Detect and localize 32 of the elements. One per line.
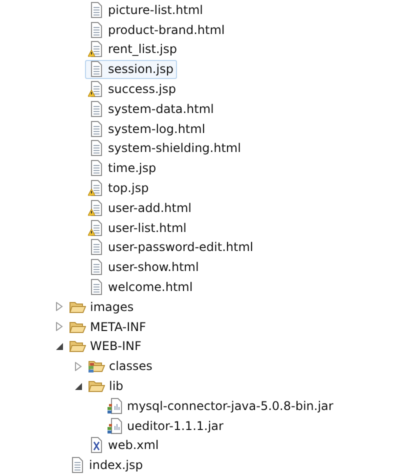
tree-item[interactable]: product-brand.html [85, 20, 229, 40]
expand-arrow-icon[interactable] [74, 362, 82, 371]
folder-icon [69, 338, 86, 354]
tree-item[interactable]: user-list.html [85, 218, 191, 238]
tree-item[interactable]: rent_list.jsp [85, 40, 182, 59]
tree-item[interactable]: time.jsp [85, 158, 160, 178]
folder-icon [88, 378, 105, 394]
collapse-arrow-icon[interactable] [74, 382, 82, 390]
tree-item[interactable]: ueditor-1.1.1.jar [104, 416, 228, 436]
collapse-arrow-icon[interactable] [56, 342, 62, 350]
tree-item[interactable]: user-add.html [85, 198, 196, 218]
tree-item[interactable]: user-show.html [85, 258, 203, 277]
expand-arrow-icon[interactable] [56, 322, 62, 332]
tree-item[interactable]: session.jsp [85, 60, 178, 79]
tree-item[interactable]: mysql-connector-java-5.0.8-bin.jar [104, 396, 338, 416]
tree-item[interactable]: web.xml [85, 436, 163, 455]
tree-item[interactable]: images [66, 297, 138, 316]
tree-item[interactable]: index.jsp [66, 456, 147, 475]
tree-item[interactable]: META-INF [66, 317, 150, 336]
tree-item[interactable]: system-log.html [85, 119, 210, 138]
tree-item[interactable]: top.jsp [85, 178, 153, 198]
tree-item[interactable]: success.jsp [85, 80, 180, 99]
tree-item[interactable]: user-password-edit.html [85, 238, 258, 257]
tree-item[interactable]: picture-list.html [85, 0, 208, 20]
tree-item[interactable]: classes [85, 356, 156, 376]
tree-item[interactable]: system-data.html [85, 99, 218, 118]
tree-item[interactable]: WEB-INF [66, 336, 146, 356]
package-folder-icon [88, 358, 105, 374]
tree-item[interactable]: lib [85, 376, 128, 396]
expand-arrow-icon[interactable] [56, 302, 62, 312]
tree-item[interactable]: welcome.html [85, 278, 197, 297]
tree-item[interactable]: system-shielding.html [85, 138, 245, 158]
